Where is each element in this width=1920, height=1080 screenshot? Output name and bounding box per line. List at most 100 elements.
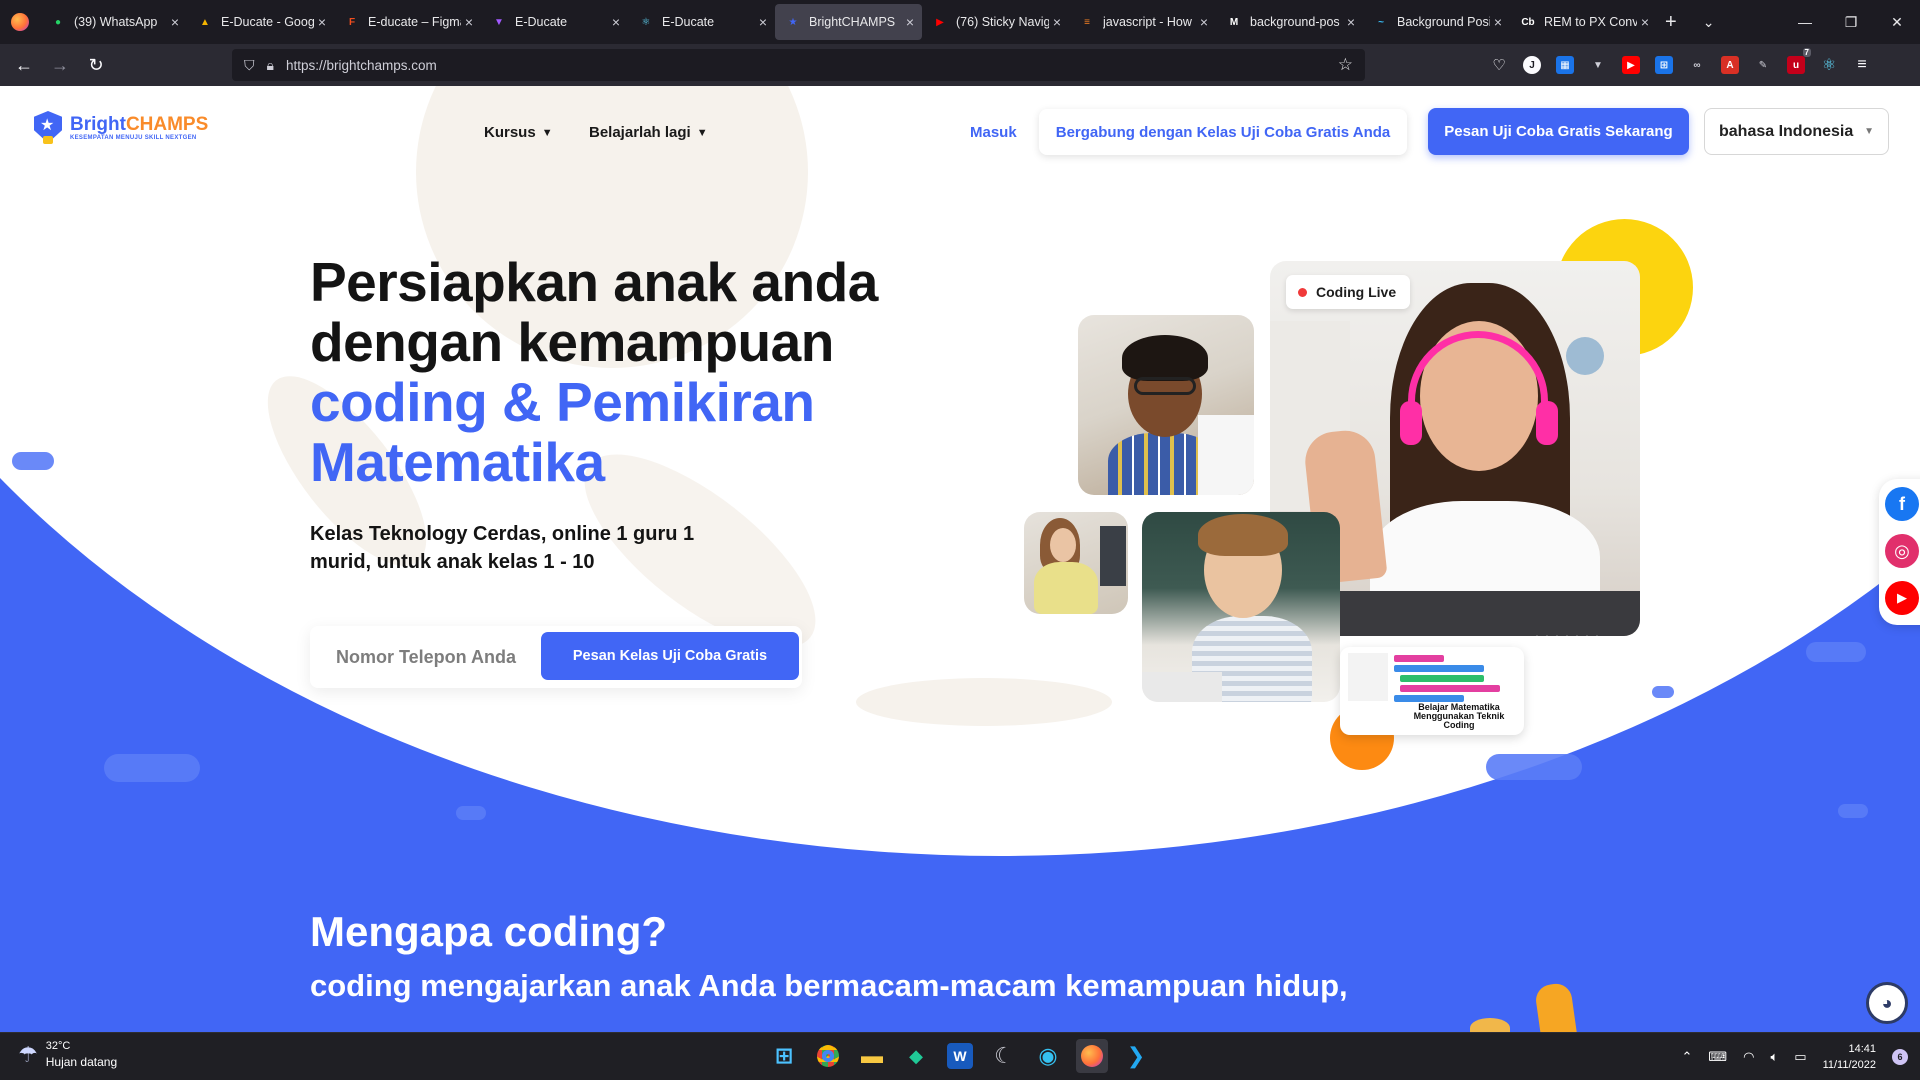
brightchamps-logo[interactable]: ★ BrightCHAMPS KESEMPATAN MENUJU SKILL N… xyxy=(34,111,208,145)
math-coding-card: Belajar Matematika Menggunakan Teknik Co… xyxy=(1340,647,1524,735)
bookmark-star-icon[interactable]: ☆ xyxy=(1338,55,1353,75)
menu-courses[interactable]: Kursus ▼ xyxy=(484,124,553,141)
reload-icon[interactable]: ↻ xyxy=(78,49,114,81)
react-devtools-icon[interactable]: ⚛ xyxy=(1820,56,1838,74)
address-bar[interactable]: ⛉ 🔒︎ https://brightchamps.com ☆ xyxy=(232,49,1365,81)
web-page: ★ BrightCHAMPS KESEMPATAN MENUJU SKILL N… xyxy=(0,86,1920,1032)
calculator-extension-icon[interactable]: ▦ xyxy=(1556,56,1574,74)
browser-tab[interactable]: ▲ E-Ducate - Goog × xyxy=(187,4,334,40)
stackoverflow-icon: ≡ xyxy=(1084,16,1090,28)
tray-overflow-icon[interactable]: ⌃ xyxy=(1681,1049,1692,1065)
tab-close-icon[interactable]: × xyxy=(1641,14,1649,30)
sketch-app-icon[interactable]: ◆ xyxy=(900,1039,932,1073)
minimize-icon[interactable]: — xyxy=(1782,0,1828,44)
tab-close-icon[interactable]: × xyxy=(759,14,767,30)
colorpicker-extension-icon[interactable]: ✎ xyxy=(1754,56,1772,74)
browser-tab[interactable]: F E-ducate – Figma × xyxy=(334,4,481,40)
chrome-icon[interactable] xyxy=(812,1039,844,1073)
forward-icon[interactable]: → xyxy=(42,49,78,81)
edge-icon[interactable]: ◉ xyxy=(1032,1039,1064,1073)
notification-badge[interactable]: 6 xyxy=(1892,1049,1908,1065)
cb-icon: Cb xyxy=(1521,16,1535,28)
glasses-extension-icon[interactable]: ∞ xyxy=(1688,56,1706,74)
word-icon[interactable]: W xyxy=(947,1043,973,1069)
clock[interactable]: 14:41 11/11/2022 xyxy=(1823,1041,1876,1073)
restore-icon[interactable]: ❐ xyxy=(1828,0,1874,44)
browser-nav-bar: ← → ↻ ⛉ 🔒︎ https://brightchamps.com ☆ ♡ … xyxy=(0,44,1920,86)
volume-icon[interactable]: 🔈︎ xyxy=(1770,1049,1778,1065)
profile-extension-icon[interactable]: J xyxy=(1523,56,1541,74)
url-text[interactable]: https://brightchamps.com xyxy=(286,58,437,73)
browser-tab[interactable]: ★ BrightCHAMPS × xyxy=(775,4,922,40)
ublock-icon[interactable]: u7 xyxy=(1787,48,1811,74)
new-tab-icon[interactable]: + xyxy=(1665,11,1677,34)
pdf-extension-icon[interactable]: A xyxy=(1721,56,1739,74)
close-window-icon[interactable]: ✕ xyxy=(1874,0,1920,44)
browser-tab[interactable]: ▶ (76) Sticky Navig × xyxy=(922,4,1069,40)
tab-close-icon[interactable]: × xyxy=(612,14,620,30)
book-trial-button[interactable]: Pesan Uji Coba Gratis Sekarang xyxy=(1428,108,1689,155)
dot-pattern-decor xyxy=(1532,633,1602,681)
weather-widget[interactable]: ☂ 32°C Hujan datang xyxy=(18,1039,117,1070)
phone-input[interactable] xyxy=(336,626,536,688)
list-all-tabs-icon[interactable]: ⌄ xyxy=(1703,14,1715,31)
browser-tab-bar: ● (39) WhatsApp × ▲ E-Ducate - Goog × F E-ducat… xyxy=(0,0,1920,44)
lock-icon[interactable]: 🔒︎ xyxy=(267,57,274,74)
windows-start-icon[interactable]: ⊞ xyxy=(768,1039,800,1073)
browser-tab[interactable]: Mbackground-pos × xyxy=(1216,4,1363,40)
youtube-extension-icon[interactable]: ▶ xyxy=(1622,56,1640,74)
coding-live-badge: Coding Live xyxy=(1286,275,1410,309)
facebook-icon[interactable]: f xyxy=(1885,487,1919,521)
windows-taskbar: ☂ 32°C Hujan datang ⊞ ▬ ◆ W ☾ ◉ ❯ ⌃ ⌨ ◠ … xyxy=(0,1032,1920,1080)
shield-icon[interactable]: ⛉ xyxy=(244,57,255,74)
tab-close-icon[interactable]: × xyxy=(171,14,179,30)
firefox-icon[interactable] xyxy=(0,0,40,44)
language-select[interactable]: bahasa Indonesia ▼ xyxy=(1704,108,1889,155)
browser-tab[interactable]: ≡ javascript - How × xyxy=(1069,4,1216,40)
tab-close-icon[interactable]: × xyxy=(1053,14,1061,30)
book-trial-class-button[interactable]: Pesan Kelas Uji Coba Gratis xyxy=(541,632,799,680)
pocket-icon[interactable]: ♡ xyxy=(1490,56,1508,74)
menu-learn-more[interactable]: Belajarlah lagi ▼ xyxy=(589,124,708,141)
tab-close-icon[interactable]: × xyxy=(1347,14,1355,30)
battery-icon[interactable]: ▭ xyxy=(1794,1049,1806,1065)
tab-close-icon[interactable]: × xyxy=(1494,14,1502,30)
browser-tab[interactable]: ▼ E-Ducate × xyxy=(481,4,628,40)
tab-close-icon[interactable]: × xyxy=(318,14,326,30)
translate-extension-icon[interactable]: ⊞ xyxy=(1655,56,1673,74)
window-controls: — ❐ ✕ xyxy=(1782,0,1920,44)
join-trial-button[interactable]: Bergabung dengan Kelas Uji Coba Gratis A… xyxy=(1039,109,1407,155)
instagram-icon[interactable]: ◎ xyxy=(1885,534,1919,568)
extension-badge: 7 xyxy=(1802,48,1811,57)
menu-icon[interactable]: ≡ xyxy=(1853,56,1871,74)
tab-title: E-Ducate xyxy=(662,15,715,29)
browser-tab[interactable]: ⚛ E-Ducate × xyxy=(628,4,775,40)
logo-tagline: KESEMPATAN MENUJU SKILL NEXTGEN xyxy=(70,135,197,141)
tab-close-icon[interactable]: × xyxy=(1200,14,1208,30)
temperature: 32°C xyxy=(45,1040,71,1052)
decor-oval xyxy=(856,678,1112,726)
youtube-icon[interactable]: ▶ xyxy=(1885,581,1919,615)
mdn-icon: M xyxy=(1229,16,1239,28)
keyboard-icon[interactable]: ⌨ xyxy=(1708,1049,1727,1065)
wifi-icon[interactable]: ◠ xyxy=(1743,1049,1754,1065)
arc-app-icon[interactable]: ☾ xyxy=(988,1039,1020,1073)
react-icon: ⚛ xyxy=(641,16,651,28)
firefox-taskbar-icon[interactable] xyxy=(1076,1039,1108,1073)
why-coding-subtitle: coding mengajarkan anak Anda bermacam-ma… xyxy=(310,968,1348,1003)
social-sidebar: f ◎ ▶ xyxy=(1879,479,1920,625)
weather-description: Hujan datang xyxy=(45,1055,118,1069)
tab-close-icon[interactable]: × xyxy=(906,14,914,30)
browser-tab[interactable]: Cb REM to PX Conv × xyxy=(1510,4,1657,40)
cloud-decor xyxy=(12,452,54,470)
tab-title: E-Ducate xyxy=(515,15,568,29)
cookie-settings-icon[interactable]: ◕ xyxy=(1866,982,1908,1024)
browser-tab[interactable]: ● (39) WhatsApp × xyxy=(40,4,187,40)
tab-close-icon[interactable]: × xyxy=(465,14,473,30)
back-icon[interactable]: ← xyxy=(6,49,42,81)
file-explorer-icon[interactable]: ▬ xyxy=(856,1039,888,1073)
vue-devtools-icon[interactable]: ▼ xyxy=(1589,56,1607,74)
vscode-icon[interactable]: ❯ xyxy=(1120,1039,1152,1073)
login-link[interactable]: Masuk xyxy=(970,124,1017,141)
browser-tab[interactable]: ~ Background Posi × xyxy=(1363,4,1510,40)
